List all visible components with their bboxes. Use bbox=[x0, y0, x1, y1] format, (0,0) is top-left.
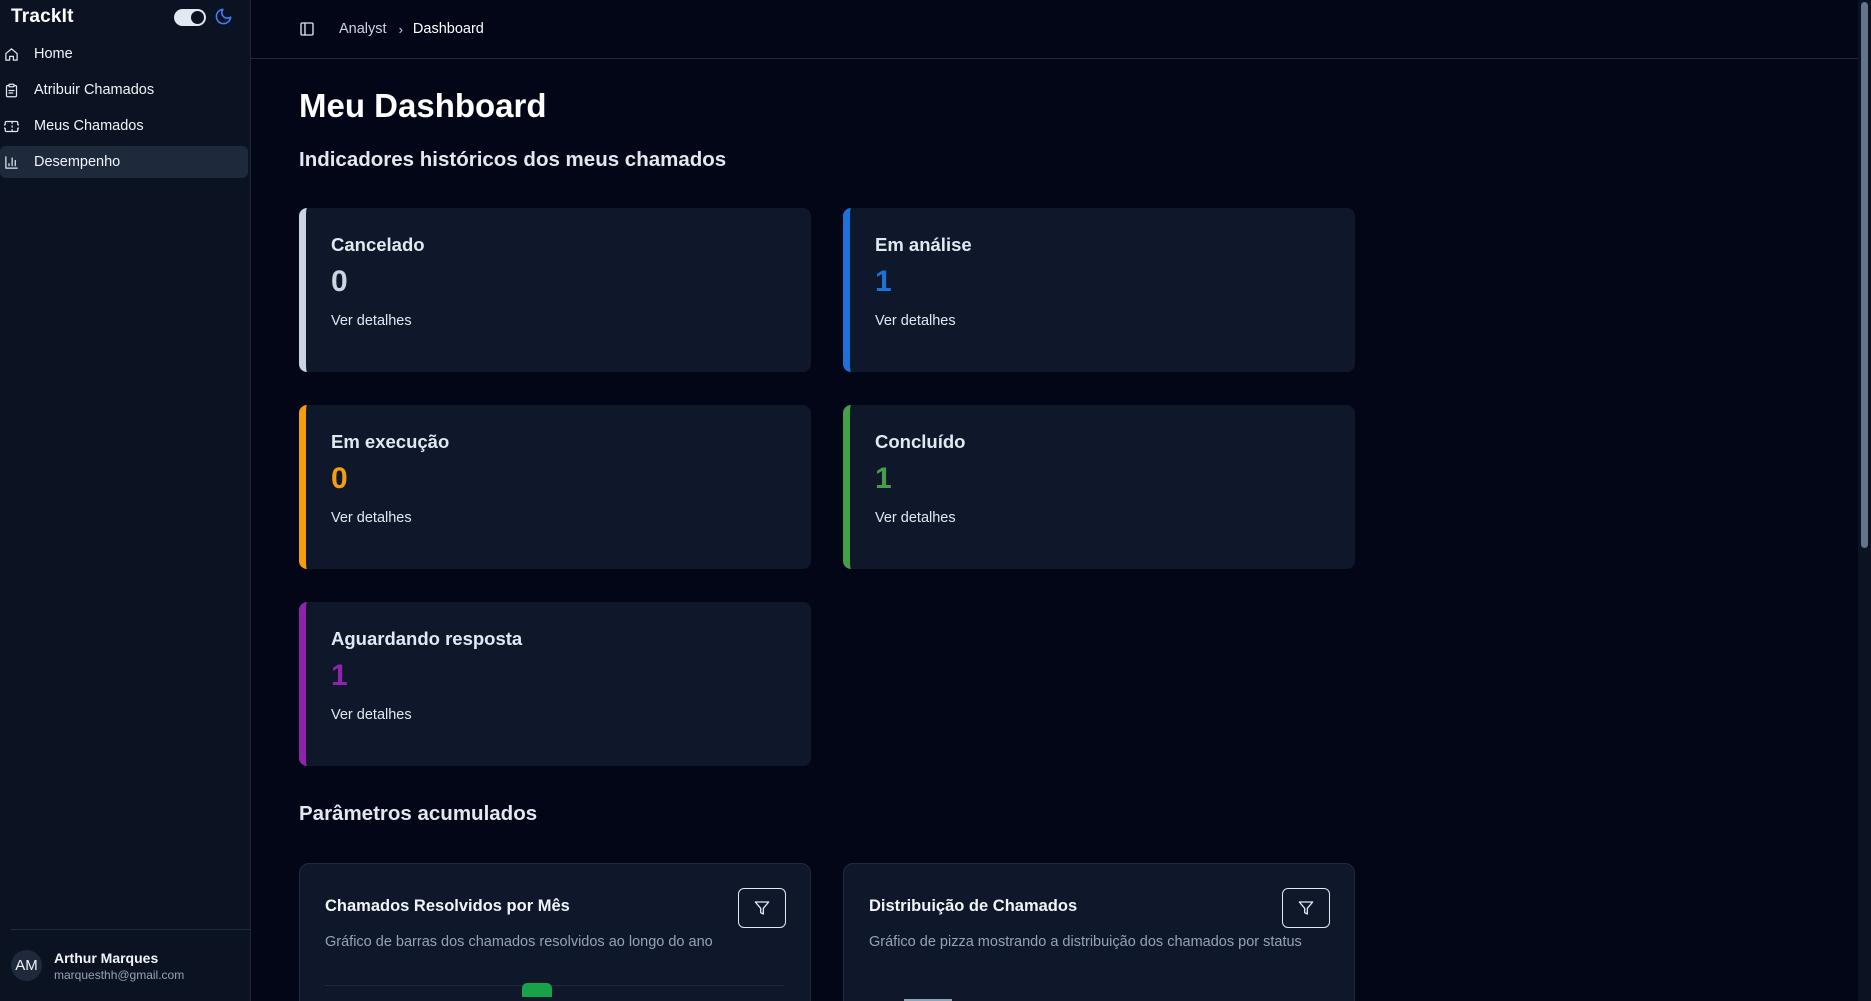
dashboard-content: Meu Dashboard Indicadores históricos dos… bbox=[251, 59, 1366, 1001]
sidebar-header: TrackIt bbox=[0, 0, 250, 34]
filter-icon bbox=[1298, 901, 1314, 915]
user-menu[interactable]: AM Arthur Marques marquesthh@gmail.com bbox=[11, 929, 250, 1001]
page-title: Meu Dashboard bbox=[299, 87, 547, 124]
details-link[interactable]: Ver detalhes bbox=[331, 510, 412, 526]
home-icon bbox=[5, 47, 18, 61]
topbar: Analyst › Dashboard bbox=[251, 0, 1871, 59]
card-title: Cancelado bbox=[331, 234, 425, 255]
breadcrumb-dashboard: Dashboard bbox=[412, 21, 484, 37]
card-title: Aguardando resposta bbox=[331, 628, 523, 649]
ticket-icon bbox=[4, 120, 19, 132]
details-link[interactable]: Ver detalhes bbox=[331, 707, 412, 723]
filter-button[interactable] bbox=[1282, 888, 1330, 928]
user-email: marquesthh@gmail.com bbox=[54, 967, 185, 982]
card-value: 0 bbox=[331, 462, 348, 495]
bar-mark bbox=[522, 983, 552, 997]
card-value: 1 bbox=[331, 659, 348, 692]
sidebar-item-meus-chamados[interactable]: Meus Chamados bbox=[0, 110, 248, 142]
app-root: TrackIt Home Atribuir Chamados Meus Cham… bbox=[0, 0, 1871, 1001]
clipboard-icon bbox=[5, 83, 18, 97]
details-link[interactable]: Ver detalhes bbox=[875, 510, 956, 526]
chart-description: Gráfico de pizza mostrando a distribuiçã… bbox=[869, 934, 1302, 950]
card-title: Em análise bbox=[875, 234, 972, 255]
card-value: 1 bbox=[875, 265, 892, 298]
sidebar-item-home[interactable]: Home bbox=[0, 38, 248, 70]
toggle-knob bbox=[191, 11, 204, 24]
sidebar-item-label: Atribuir Chamados bbox=[34, 82, 155, 98]
brand-logo[interactable]: TrackIt bbox=[11, 6, 74, 28]
status-card-aguardando-resposta: Aguardando resposta 1 Ver detalhes bbox=[299, 602, 811, 766]
sidebar-item-label: Meus Chamados bbox=[34, 118, 144, 134]
filter-icon bbox=[754, 901, 770, 915]
chart-description: Gráfico de barras dos chamados resolvido… bbox=[325, 934, 713, 950]
chart-card-distribution: Distribuição de Chamados Gráfico de pizz… bbox=[843, 863, 1355, 1001]
details-link[interactable]: Ver detalhes bbox=[331, 313, 412, 329]
sidebar-nav: Home Atribuir Chamados Meus Chamados Des… bbox=[0, 38, 250, 178]
card-value: 1 bbox=[875, 462, 892, 495]
chart-cards: Chamados Resolvidos por Mês Gráfico de b… bbox=[299, 863, 1366, 1001]
sidebar-toggle-icon[interactable] bbox=[299, 21, 315, 37]
sidebar-item-label: Desempenho bbox=[34, 154, 121, 170]
status-card-concluido: Concluído 1 Ver detalhes bbox=[843, 405, 1355, 569]
card-value: 0 bbox=[331, 265, 348, 298]
card-title: Em execução bbox=[331, 431, 450, 452]
sidebar-item-label: Home bbox=[34, 46, 73, 62]
scrollbar-thumb[interactable] bbox=[1861, 2, 1868, 548]
user-info: Arthur Marques marquesthh@gmail.com bbox=[54, 950, 184, 982]
chart-card-resolved-per-month: Chamados Resolvidos por Mês Gráfico de b… bbox=[299, 863, 811, 1001]
status-card-em-execucao: Em execução 0 Ver detalhes bbox=[299, 405, 811, 569]
avatar[interactable]: AM bbox=[11, 950, 42, 981]
chevron-right-icon: › bbox=[398, 21, 403, 37]
main-content: Analyst › Dashboard Meu Dashboard Indica… bbox=[251, 0, 1871, 1001]
sidebar-item-desempenho[interactable]: Desempenho bbox=[0, 146, 248, 178]
sidebar: TrackIt Home Atribuir Chamados Meus Cham… bbox=[0, 0, 251, 1001]
user-name: Arthur Marques bbox=[54, 949, 159, 966]
status-cards: Cancelado 0 Ver detalhes Em análise 1 Ve… bbox=[299, 208, 1366, 766]
chart-gridline bbox=[325, 985, 784, 986]
section-title-accumulated: Parâmetros acumulados bbox=[299, 802, 538, 825]
chart-icon bbox=[5, 155, 18, 169]
sidebar-item-atribuir-chamados[interactable]: Atribuir Chamados bbox=[0, 74, 248, 106]
status-card-cancelado: Cancelado 0 Ver detalhes bbox=[299, 208, 811, 372]
scrollbar[interactable] bbox=[1858, 0, 1871, 1001]
status-card-em-analise: Em análise 1 Ver detalhes bbox=[843, 208, 1355, 372]
details-link[interactable]: Ver detalhes bbox=[875, 313, 956, 329]
filter-button[interactable] bbox=[738, 888, 786, 928]
breadcrumb-analyst[interactable]: Analyst bbox=[339, 21, 387, 37]
card-title: Concluído bbox=[875, 431, 966, 452]
theme-toggle[interactable] bbox=[174, 9, 206, 26]
breadcrumb: Analyst › Dashboard bbox=[339, 21, 484, 37]
section-title-indicators: Indicadores históricos dos meus chamados bbox=[299, 148, 727, 171]
moon-icon[interactable] bbox=[214, 7, 233, 26]
